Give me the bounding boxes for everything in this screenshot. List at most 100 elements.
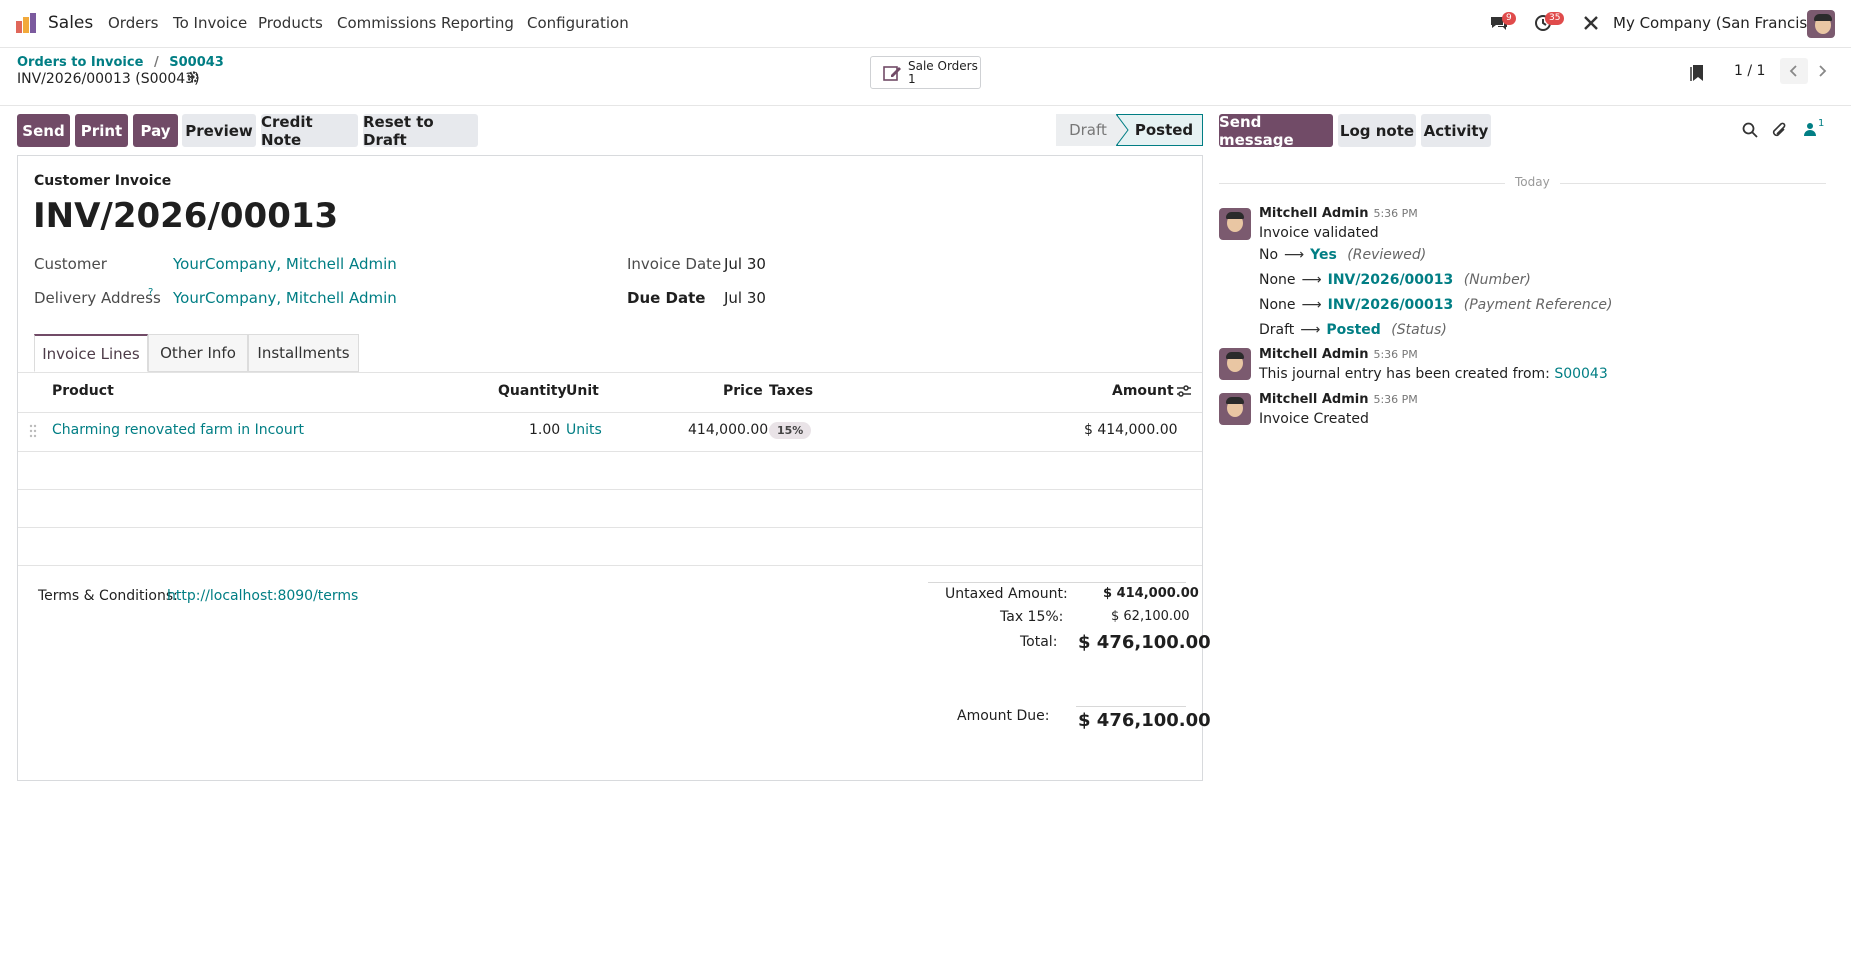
messages-badge: 9 — [1502, 12, 1516, 25]
gear-icon[interactable] — [186, 70, 200, 88]
line-price[interactable]: 414,000.00 — [688, 422, 768, 438]
breadcrumb-parent[interactable]: S00043 — [169, 55, 224, 70]
print-button[interactable]: Print — [75, 114, 128, 147]
breadcrumb-separator: / — [153, 55, 159, 70]
tax-amount: $ 62,100.00 — [1111, 609, 1190, 624]
invoice-lines-table: Product Quantity Unit Price Taxes Amount… — [18, 372, 1202, 567]
line-unit[interactable]: Units — [566, 422, 602, 438]
customer-field[interactable]: YourCompany, Mitchell Admin — [173, 255, 397, 273]
preview-button[interactable]: Preview — [182, 114, 256, 147]
credit-note-button[interactable]: Credit Note — [261, 113, 358, 149]
message-author[interactable]: Mitchell Admin — [1259, 392, 1368, 407]
smart-button-label: Sale Orders — [908, 59, 978, 73]
col-amount[interactable]: Amount — [1112, 383, 1174, 399]
search-icon[interactable] — [1742, 122, 1758, 142]
delivery-address-field[interactable]: YourCompany, Mitchell Admin — [173, 289, 397, 307]
day-label: Today — [1505, 175, 1560, 189]
user-avatar[interactable] — [1807, 10, 1835, 38]
tools-icon[interactable] — [1583, 15, 1599, 35]
menu-reporting[interactable]: Reporting — [441, 14, 514, 32]
tracking-field: (Reviewed) — [1347, 247, 1427, 263]
pager-next-icon[interactable] — [1808, 58, 1836, 84]
message-body: This journal entry has been created from… — [1259, 366, 1550, 382]
terms-label: Terms & Conditions: — [38, 588, 178, 604]
col-taxes[interactable]: Taxes — [769, 383, 813, 399]
arrow-right-icon: ⟶ — [1284, 247, 1305, 263]
line-product[interactable]: Charming renovated farm in Incourt — [52, 422, 304, 438]
tracking-line: No ⟶ Yes (Reviewed) — [1259, 247, 1426, 263]
amount-due: $ 476,100.00 — [1078, 710, 1211, 731]
avatar[interactable] — [1219, 348, 1251, 380]
tracking-line: Draft ⟶ Posted (Status) — [1259, 322, 1447, 338]
menu-configuration[interactable]: Configuration — [527, 14, 629, 32]
status-separator-icon — [1116, 114, 1129, 146]
tax-label: Tax 15%: — [1000, 609, 1064, 625]
message-time: 5:36 PM — [1373, 207, 1418, 220]
due-date-label: Due Date — [627, 289, 706, 307]
message-body: Invoice Created — [1259, 411, 1369, 427]
tab-invoice-lines[interactable]: Invoice Lines — [34, 334, 148, 372]
tracking-new: Yes — [1310, 247, 1337, 263]
status-draft[interactable]: Draft — [1056, 114, 1120, 146]
amount-due-label: Amount Due: — [957, 708, 1050, 724]
message-link[interactable]: S00043 — [1554, 366, 1607, 382]
tracking-new: INV/2026/00013 — [1327, 272, 1454, 288]
invoice-date-field[interactable]: Jul 30 — [724, 255, 766, 273]
followers-icon[interactable] — [1804, 122, 1816, 140]
sale-orders-smart-button[interactable]: Sale Orders 1 — [870, 56, 981, 89]
tracking-line: None ⟶ INV/2026/00013 (Number) — [1259, 272, 1531, 288]
attachment-icon[interactable] — [1772, 121, 1788, 143]
message-author[interactable]: Mitchell Admin — [1259, 347, 1368, 362]
menu-products[interactable]: Products — [258, 14, 323, 32]
invoice-type-label: Customer Invoice — [34, 173, 172, 189]
pager-prev-icon[interactable] — [1780, 58, 1808, 84]
send-button[interactable]: Send — [17, 114, 70, 147]
tracking-old: None — [1259, 272, 1296, 288]
tab-installments[interactable]: Installments — [248, 334, 359, 372]
invoice-number: INV/2026/00013 — [33, 196, 339, 236]
pager-value[interactable]: 1 / 1 — [1734, 63, 1765, 79]
line-quantity[interactable]: 1.00 — [529, 422, 560, 438]
terms-link[interactable]: http://localhost:8090/terms — [167, 588, 358, 604]
table-row[interactable]: Charming renovated farm in Incourt 1.00 … — [18, 412, 1202, 451]
reset-to-draft-button[interactable]: Reset to Draft — [363, 113, 478, 149]
activity-badge: 35 — [1545, 12, 1565, 25]
menu-to-invoice[interactable]: To Invoice — [173, 14, 247, 32]
app-name[interactable]: Sales — [48, 13, 93, 33]
edit-icon — [883, 64, 903, 86]
activity-button[interactable]: Activity — [1421, 114, 1491, 147]
avatar[interactable] — [1219, 393, 1251, 425]
line-tax-badge[interactable]: 15% — [769, 422, 812, 439]
send-message-button[interactable]: Send message — [1219, 113, 1333, 149]
breadcrumb-root[interactable]: Orders to Invoice — [17, 55, 143, 70]
menu-orders[interactable]: Orders — [108, 14, 158, 32]
bookmark-icon[interactable] — [1690, 64, 1704, 86]
arrow-right-icon: ⟶ — [1300, 322, 1321, 338]
breadcrumb-current: INV/2026/00013 (S00043) — [17, 71, 200, 87]
followers-count: 1 — [1818, 118, 1825, 129]
untaxed-label: Untaxed Amount: — [945, 586, 1068, 602]
control-panel: Orders to Invoice / S00043 INV/2026/0001… — [0, 48, 1851, 106]
col-price[interactable]: Price — [723, 383, 763, 399]
message-author[interactable]: Mitchell Admin — [1259, 206, 1368, 221]
customer-label: Customer — [34, 255, 107, 273]
column-settings-icon[interactable] — [1176, 384, 1192, 402]
company-switcher[interactable]: My Company (San Francisco) — [1613, 14, 1830, 32]
col-product[interactable]: Product — [52, 383, 114, 399]
due-date-field[interactable]: Jul 30 — [724, 289, 766, 307]
menu-commissions[interactable]: Commissions — [337, 14, 436, 32]
tab-other-info[interactable]: Other Info — [148, 334, 248, 372]
log-note-button[interactable]: Log note — [1338, 114, 1416, 147]
tracking-new: INV/2026/00013 — [1327, 297, 1454, 313]
total-amount: $ 476,100.00 — [1078, 632, 1211, 653]
drag-handle-icon[interactable] — [29, 424, 37, 442]
app-logo-icon[interactable] — [15, 12, 37, 34]
message-time: 5:36 PM — [1373, 348, 1418, 361]
delivery-help-icon[interactable]: ? — [148, 287, 153, 298]
col-quantity[interactable]: Quantity — [498, 383, 567, 399]
col-unit[interactable]: Unit — [566, 383, 599, 399]
pay-button[interactable]: Pay — [133, 114, 178, 147]
tracking-field: (Status) — [1391, 322, 1447, 338]
tracking-field: (Payment Reference) — [1463, 297, 1613, 313]
avatar[interactable] — [1219, 208, 1251, 240]
